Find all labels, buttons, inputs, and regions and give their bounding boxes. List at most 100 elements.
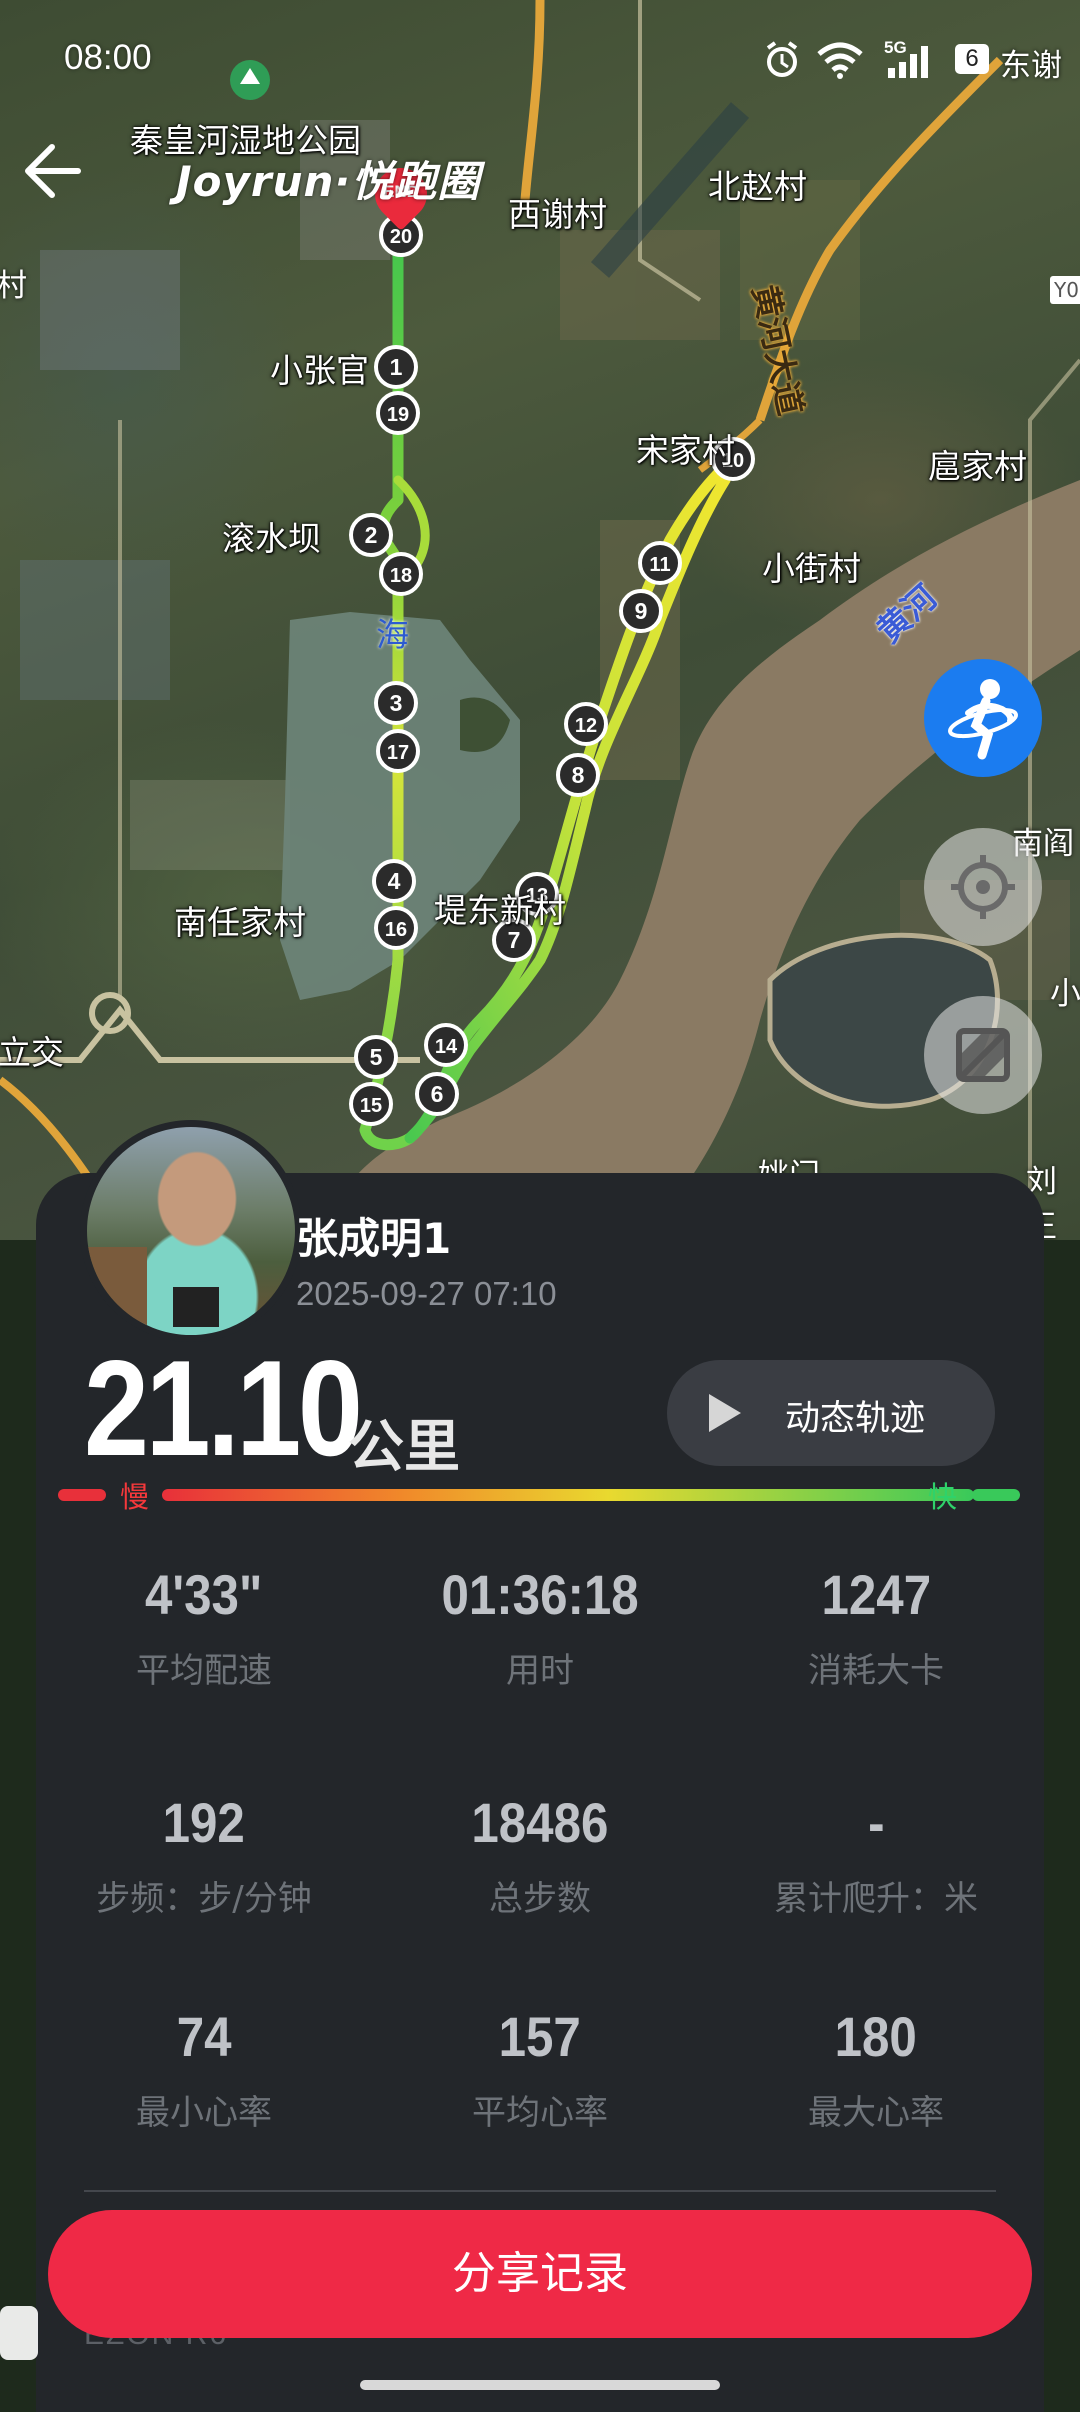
stat-label: 用时 — [506, 1651, 574, 1691]
km-marker-label: 4 — [388, 868, 401, 894]
pace-legend-bar — [58, 1489, 1020, 1501]
running-mode-button[interactable] — [924, 659, 1042, 777]
km-marker-label: 6 — [431, 1081, 444, 1107]
locate-button[interactable] — [924, 828, 1042, 946]
map-label-lijiao: 立交 — [0, 1033, 64, 1072]
km-marker-1: 1 — [374, 345, 418, 389]
share-record-label: 分享记录 — [452, 2248, 628, 2299]
map-label-hai: 海 — [376, 615, 409, 654]
stat-duration: 01:36:18 用时 — [372, 1562, 708, 1692]
stat-value: 01:36:18 — [441, 1563, 639, 1626]
km-marker-9: 9 — [619, 589, 663, 633]
pace-bar-slow-cap — [58, 1489, 106, 1501]
km-marker-8: 8 — [556, 753, 600, 797]
stat-calories: 1247 消耗大卡 — [708, 1562, 1044, 1692]
stat-max-heart-rate: 180 最大心率 — [708, 2004, 1044, 2134]
stat-label: 步频：步/分钟 — [96, 1879, 312, 1919]
distance-unit: 公里 — [348, 1415, 460, 1480]
play-icon — [709, 1394, 741, 1432]
stat-value: 180 — [834, 2005, 918, 2068]
stat-value: 74 — [176, 2005, 232, 2068]
arrow-left-icon — [25, 144, 81, 198]
map-label-xiao: 小 — [1050, 976, 1080, 1012]
replay-track-label: 动态轨迹 — [785, 1399, 926, 1439]
divider — [84, 2190, 996, 2192]
map-label-didong: 堤东新村 — [434, 891, 566, 930]
home-indicator[interactable] — [360, 2380, 720, 2390]
road-code-badge: Y0 — [1050, 276, 1080, 304]
stat-label: 最小心率 — [136, 2093, 272, 2133]
km-marker-label: 1 — [390, 354, 403, 380]
alarm-icon — [766, 41, 798, 77]
km-marker-19: 19 — [376, 391, 420, 435]
map-label-nanren: 南任家村 — [174, 903, 306, 942]
share-record-button[interactable]: 分享记录 — [48, 2210, 1032, 2338]
stat-value: 157 — [498, 2005, 582, 2068]
km-marker-label: 14 — [435, 1036, 458, 1058]
stat-cadence: 192 步频：步/分钟 — [36, 1790, 372, 1920]
back-button[interactable] — [18, 135, 90, 207]
wifi-icon — [817, 42, 863, 79]
runner-name: 张成明1 — [296, 1214, 452, 1263]
signal-icon — [888, 46, 928, 78]
km-marker-label: 12 — [575, 715, 597, 737]
km-marker-6: 6 — [415, 1072, 459, 1116]
km-marker-18: 18 — [379, 552, 423, 596]
km-marker-4: 4 — [372, 859, 416, 903]
replay-track-button[interactable]: 动态轨迹 — [667, 1360, 995, 1466]
stat-value: 1247 — [821, 1563, 931, 1626]
stat-elevation-gain: - 累计爬升：米 — [708, 1790, 1044, 1920]
layer-toggle-button[interactable] — [924, 996, 1042, 1114]
running-figure-icon — [948, 679, 1018, 760]
map-label-songjia: 宋家村 — [636, 431, 735, 470]
km-marker-label: 2 — [365, 522, 378, 548]
pace-slow-label: 慢 — [120, 1480, 150, 1514]
locate-icon — [951, 855, 1015, 919]
stat-value: 18486 — [471, 1791, 609, 1854]
map-label-xiaojie: 小街村 — [762, 549, 861, 588]
stat-label: 平均心率 — [472, 2093, 608, 2133]
map-label-xiaozhang: 小张官 — [270, 351, 369, 390]
km-marker-label: 8 — [572, 762, 585, 788]
stat-value: - — [867, 1791, 885, 1854]
stat-avg-heart-rate: 157 平均心率 — [372, 2004, 708, 2134]
km-marker-5: 5 — [354, 1035, 398, 1079]
joyrun-logo: Joyrun·悦跑圈 — [176, 157, 481, 206]
km-marker-label: 11 — [649, 554, 670, 576]
stat-min-heart-rate: 74 最小心率 — [36, 2004, 372, 2134]
map-label-edge-cun: 村 — [0, 268, 27, 304]
km-marker-label: 16 — [385, 919, 407, 941]
km-marker-label: 15 — [360, 1095, 382, 1117]
pace-bar-gradient — [162, 1489, 974, 1501]
stat-value: 192 — [162, 1791, 246, 1854]
km-marker-label: 17 — [387, 742, 409, 764]
km-marker-label: 9 — [635, 598, 648, 624]
avatar[interactable] — [80, 1120, 302, 1342]
layer-toggle-icon — [956, 1028, 1010, 1082]
stat-label: 平均配速 — [136, 1651, 272, 1691]
distance-value: 21.10 — [84, 1332, 363, 1484]
pace-bar-fast-cap — [972, 1489, 1020, 1501]
floating-app-icon[interactable] — [0, 2306, 38, 2360]
map-label-gunshuiba: 滚水坝 — [222, 519, 321, 558]
map-label-xixiecun: 西谢村 — [508, 195, 607, 234]
km-marker-label: 5 — [370, 1044, 383, 1070]
status-bar: 08:00 5G 6 — [0, 0, 1080, 120]
km-marker-3: 3 — [374, 681, 418, 725]
battery-icon: 6 — [955, 44, 989, 74]
route-map[interactable]: 1 2 3 4 5 6 7 8 9 10 11 12 13 14 15 16 17 18 19 20 END 秦皇河湿… — [0, 0, 1080, 1240]
km-marker-12: 12 — [564, 702, 608, 746]
map-label-yijia: 扈家村 — [928, 447, 1027, 486]
km-marker-16: 16 — [374, 906, 418, 950]
pace-fast-label: 快 — [928, 1480, 958, 1514]
run-datetime: 2025-09-27 07:10 — [296, 1275, 557, 1312]
km-marker-11: 11 — [638, 541, 682, 585]
stat-label: 总步数 — [489, 1879, 591, 1919]
km-marker-17: 17 — [376, 729, 420, 773]
status-time: 08:00 — [64, 38, 152, 77]
km-marker-2: 2 — [349, 513, 393, 557]
stat-label: 累计爬升：米 — [774, 1879, 978, 1919]
stat-value: 4'33" — [145, 1563, 263, 1626]
stat-avg-pace: 4'33" 平均配速 — [36, 1562, 372, 1692]
stat-label: 最大心率 — [808, 2093, 944, 2133]
